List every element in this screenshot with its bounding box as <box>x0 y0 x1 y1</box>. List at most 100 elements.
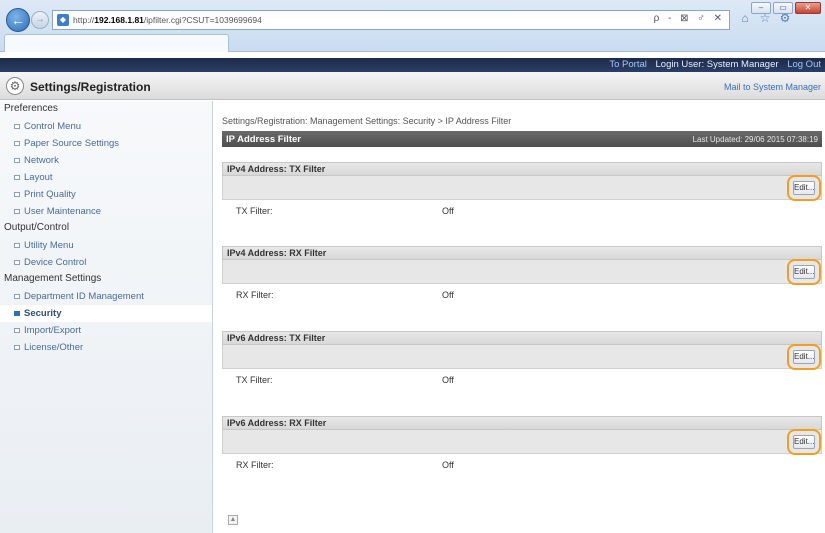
filter-status-value: Off <box>442 206 454 216</box>
filter-section-header: IPv4 Address: RX Filter <box>222 246 822 260</box>
sidebar-item-paper-source-settings[interactable]: Paper Source Settings <box>0 135 212 152</box>
address-tools[interactable]: ρ - ⊠ ♂ ✕ <box>654 13 725 24</box>
sidebar-item-label: Layout <box>24 172 53 183</box>
breadcrumb: Settings/Registration: Management Settin… <box>222 116 512 126</box>
log-out-link[interactable]: Log Out <box>787 59 821 70</box>
sidebar-item-department-id-management[interactable]: Department ID Management <box>0 288 212 305</box>
login-user-text: Login User: System Manager <box>655 59 779 70</box>
sidebar-item-import-export[interactable]: Import/Export <box>0 322 212 339</box>
filter-status-value: Off <box>442 375 454 385</box>
to-portal-link[interactable]: To Portal <box>609 59 647 70</box>
close-button[interactable]: ✕ <box>795 2 821 14</box>
home-icon[interactable]: ⌂ <box>738 11 752 25</box>
filter-section-toolbar: Edit... <box>222 344 822 370</box>
bullet-icon <box>14 175 20 180</box>
portal-links: To Portal Login User: System Manager Log… <box>603 59 821 70</box>
filter-section-toolbar: Edit... <box>222 259 822 285</box>
sidebar-item-network[interactable]: Network <box>0 152 212 169</box>
sidebar-item-label: Device Control <box>24 257 87 268</box>
sidebar-item-label: License/Other <box>24 342 84 353</box>
sidebar-group-label: Output/Control <box>4 222 70 233</box>
main-content: Settings/Registration: Management Settin… <box>222 101 822 533</box>
bullet-icon <box>14 158 20 163</box>
filter-status-label: TX Filter: <box>236 206 273 216</box>
bullet-icon <box>14 141 20 146</box>
favorites-icon[interactable]: ☆ <box>758 11 772 25</box>
edit-button-highlight: Edit... <box>787 344 821 370</box>
sidebar-item-layout[interactable]: Layout <box>0 169 212 186</box>
section-title-bar: IP Address Filter Last Updated: 29/06 20… <box>222 131 822 147</box>
filter-status-value: Off <box>442 290 454 300</box>
browser-toolbar-icons: ⌂ ☆ ⚙ <box>738 11 792 25</box>
bullet-icon <box>14 243 20 248</box>
edit-button[interactable]: Edit... <box>793 265 815 279</box>
sidebar-item-label: Paper Source Settings <box>24 138 120 149</box>
edit-button-highlight: Edit... <box>787 175 821 201</box>
sidebar-item-label: Department ID Management <box>24 291 144 302</box>
section-title: IP Address Filter <box>226 134 301 145</box>
bullet-icon <box>14 209 20 214</box>
bullet-icon <box>14 260 20 265</box>
sidebar-item-user-maintenance[interactable]: User Maintenance <box>0 203 212 220</box>
sidebar-item-device-control[interactable]: Device Control <box>0 254 212 271</box>
filter-section-header: IPv4 Address: TX Filter <box>222 162 822 176</box>
edit-button-highlight: Edit... <box>787 429 821 455</box>
settings-gear-icon: ⚙ <box>6 77 24 95</box>
bullet-icon <box>14 345 20 350</box>
edit-button[interactable]: Edit... <box>793 435 815 449</box>
filter-status-row: RX Filter: Off <box>222 284 822 306</box>
sidebar-item-label: Print Quality <box>24 189 76 200</box>
filter-status-row: TX Filter: Off <box>222 200 822 222</box>
back-button[interactable]: ← <box>6 8 30 32</box>
filter-section: IPv4 Address: RX Filter Edit... RX Filter:… <box>222 246 822 306</box>
last-updated: Last Updated: 29/06 2015 07:38:19 <box>692 135 818 144</box>
bullet-icon <box>14 294 20 299</box>
filter-status-row: TX Filter: Off <box>222 369 822 391</box>
sidebar-item-license-other[interactable]: License/Other <box>0 339 212 356</box>
edit-button[interactable]: Edit... <box>793 350 815 364</box>
edit-button-highlight: Edit... <box>787 259 821 285</box>
url-text: http://192.168.1.81/ipfilter.cgi?CSUT=10… <box>73 15 262 25</box>
sidebar-group-label: Management Settings <box>4 273 102 284</box>
sidebar-item-label: Control Menu <box>24 121 82 132</box>
filter-section: IPv4 Address: TX Filter Edit... TX Filter:… <box>222 162 822 222</box>
sidebar-item-control-menu[interactable]: Control Menu <box>0 118 212 135</box>
bullet-icon <box>14 192 20 197</box>
sidebar-item-label: Utility Menu <box>24 240 74 251</box>
forward-button[interactable]: → <box>31 11 49 29</box>
browser-chrome: – ▭ ✕ ← → ◆ http://192.168.1.81/ipfilter… <box>0 0 825 52</box>
tab-bar <box>0 34 825 52</box>
portal-bar: To Portal Login User: System Manager Log… <box>0 58 825 72</box>
filter-status-value: Off <box>442 460 454 470</box>
sidebar-item-label: Security <box>24 308 62 319</box>
site-icon: ◆ <box>57 14 69 26</box>
filter-section-header: IPv6 Address: RX Filter <box>222 416 822 430</box>
mail-to-system-manager-link[interactable]: Mail to System Manager <box>724 82 821 92</box>
scroll-top-icon[interactable]: ▲ <box>228 515 238 525</box>
filter-section-header: IPv6 Address: TX Filter <box>222 331 822 345</box>
bullet-icon <box>14 124 20 129</box>
sidebar-item-label: Network <box>24 155 59 166</box>
bullet-icon <box>14 328 20 333</box>
sidebar-item-utility-menu[interactable]: Utility Menu <box>0 237 212 254</box>
address-bar[interactable]: ◆ http://192.168.1.81/ipfilter.cgi?CSUT=… <box>52 10 730 30</box>
filter-section: IPv6 Address: TX Filter Edit... TX Filter:… <box>222 331 822 391</box>
sidebar-item-label: User Maintenance <box>24 206 102 217</box>
filter-status-label: TX Filter: <box>236 375 273 385</box>
filter-status-label: RX Filter: <box>236 460 274 470</box>
bullet-icon <box>14 311 20 316</box>
browser-tab[interactable] <box>4 34 229 52</box>
sidebar-item-print-quality[interactable]: Print Quality <box>0 186 212 203</box>
filter-section: IPv6 Address: RX Filter Edit... RX Filter:… <box>222 416 822 476</box>
filter-section-toolbar: Edit... <box>222 429 822 455</box>
edit-button[interactable]: Edit... <box>793 181 815 195</box>
filter-status-label: RX Filter: <box>236 290 274 300</box>
tools-gear-icon[interactable]: ⚙ <box>778 11 792 25</box>
filter-section-toolbar: Edit... <box>222 175 822 201</box>
sidebar: Preferences Control Menu Paper Source Sett… <box>0 101 213 533</box>
sidebar-group-label: Preferences <box>4 103 58 114</box>
app-header: ⚙ Settings/Registration Mail to System M… <box>0 72 825 100</box>
sidebar-item-security[interactable]: Security <box>0 305 212 322</box>
filter-status-row: RX Filter: Off <box>222 454 822 476</box>
page-title: Settings/Registration <box>30 80 151 94</box>
